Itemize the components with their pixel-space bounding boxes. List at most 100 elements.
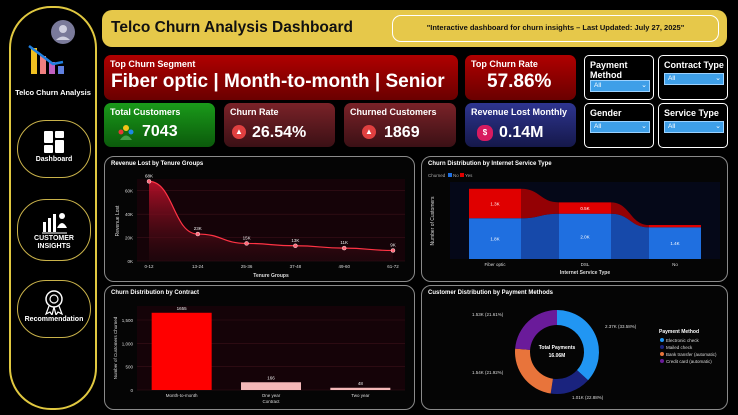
data-label: 15K (243, 235, 251, 240)
filter-contract-type[interactable]: Contract Type All ⌄ (658, 55, 728, 100)
data-point (390, 248, 396, 253)
y-tick-label: 60K (125, 189, 133, 194)
churn-rate-card: Churn Rate ▲ 26.54% (224, 103, 335, 147)
data-label: 1.8K (490, 237, 499, 242)
top-churn-segment-card: Top Churn Segment Fiber optic | Month-to… (104, 55, 458, 100)
gender-select[interactable]: All ⌄ (590, 121, 650, 133)
service-type-select[interactable]: All ⌄ (664, 121, 724, 133)
legend-dot (660, 352, 664, 356)
slice-label: 1.01K (22.88%) (572, 395, 604, 400)
data-label: 166 (267, 375, 275, 380)
y-tick-label: 40K (125, 212, 133, 217)
data-point (341, 245, 347, 251)
legend-label: No (453, 173, 459, 178)
filter-service-type-label: Service Type (664, 108, 719, 118)
nav-recommendation[interactable]: Recommendation (17, 280, 91, 338)
chevron-down-icon: ⌄ (641, 82, 647, 89)
x-axis-label: Tenure Groups (253, 273, 289, 279)
slice-label: 2.37K (33.58%) (605, 324, 637, 329)
x-tick-label: 61-72 (387, 264, 399, 269)
data-label: 13K (291, 238, 299, 243)
ribbon-no (521, 213, 559, 259)
slice-label: 1.53K (21.61%) (472, 312, 504, 317)
payment-methods-chart: 2.37K (33.58%) 1.01K (22.88%) 1.54K (21.92… (472, 310, 717, 400)
total-customers-label: Total Customers (110, 107, 181, 117)
y-axis-label: Number of Customers Churned (113, 316, 118, 379)
donut-slice (515, 310, 557, 350)
data-label: 1.4K (670, 241, 679, 246)
data-label: 2.0K (580, 234, 589, 239)
data-label: 48 (358, 381, 364, 386)
internet-service-panel: Churn Distribution by Internet Service T… (421, 156, 728, 282)
slice-label: 1.54K (21.92%) (472, 370, 504, 375)
nav-dashboard-label: Dashboard (35, 156, 73, 163)
contract-bar (151, 312, 212, 390)
legend-title: Payment Method (659, 329, 699, 335)
chevron-down-icon: ⌄ (715, 123, 721, 130)
top-churn-rate-label: Top Churn Rate (471, 59, 538, 69)
churn-rate-value: 26.54% (252, 124, 307, 141)
x-tick-label: 13-24 (192, 264, 204, 269)
filter-service-type[interactable]: Service Type All ⌄ (658, 103, 728, 148)
bar-yes (649, 225, 701, 228)
top-churn-rate-card: Top Churn Rate 57.86% (465, 55, 576, 100)
donut-center-value: 16.06M (549, 353, 566, 359)
top-churn-rate-value: 57.86% (487, 71, 552, 92)
x-tick-label: No (672, 262, 678, 267)
x-tick-label: Two year (351, 393, 370, 398)
legend-label: Mailed check (666, 345, 693, 350)
x-tick-label: Month-to-month (166, 393, 198, 398)
data-label: 1655 (177, 306, 188, 311)
filter-contract-type-label: Contract Type (664, 60, 724, 70)
contract-type-select[interactable]: All ⌄ (664, 73, 724, 85)
sidebar-title: Telco Churn Analysis (15, 88, 91, 97)
churn-logo-icon (23, 18, 83, 78)
x-tick-label: 37-48 (290, 264, 302, 269)
data-label: 0.5K (580, 206, 589, 211)
revenue-tenure-chart: 0K 20K 40K 60K 68K 0-12 23K 13-24 15K 25-36 13K 37-… (115, 173, 405, 279)
legend-dot (660, 338, 664, 342)
payment-methods-panel: Customer Distribution by Payment Methods… (421, 285, 728, 410)
dollar-icon: $ (477, 125, 493, 141)
page-title: Telco Churn Analysis Dashboard (111, 19, 354, 36)
x-tick-label: 25-36 (241, 264, 253, 269)
internet-service-chart: Churned No Yes 1.8K 1.3K Fiber optic 2.0K 0.5K D… (428, 173, 720, 276)
y-tick-label: 20K (125, 236, 133, 241)
donut-slice (515, 348, 553, 394)
top-churn-segment-value: Fiber optic | Month-to-month | Senior (111, 71, 445, 92)
nav-dashboard[interactable]: Dashboard (17, 120, 91, 178)
legend-dot (660, 345, 664, 349)
filter-payment-method[interactable]: Payment Method All ⌄ (584, 55, 654, 100)
y-tick-label: 1,500 (122, 318, 134, 323)
data-point (195, 231, 201, 237)
filter-gender[interactable]: Gender All ⌄ (584, 103, 654, 148)
x-tick-label: Fiber optic (484, 262, 506, 267)
revenue-tenure-panel: Revenue Lost by Tenure Groups 0K 20K 40K 60… (104, 156, 415, 282)
total-customers-card: Total Customers 7043 (104, 103, 215, 147)
data-point (146, 179, 152, 184)
data-point (244, 241, 249, 246)
nav-recommendation-label: Recommendation (24, 316, 84, 323)
churned-customers-label: Churned Customers (350, 107, 437, 117)
payment-method-select[interactable]: All ⌄ (590, 80, 650, 92)
chevron-down-icon: ⌄ (715, 75, 721, 82)
churned-customers-value: 1869 (384, 124, 420, 141)
data-label: 11K (340, 240, 348, 245)
page-subtitle: "Interactive dashboard for churn insight… (392, 15, 719, 42)
y-tick-label: 1,000 (122, 341, 134, 346)
x-tick-label: One year (262, 393, 281, 398)
x-axis-label: Contract (262, 399, 280, 404)
sidebar: Telco Churn Analysis Dashboard CUSTOMER … (9, 6, 97, 410)
up-arrow-icon: ▲ (232, 125, 246, 139)
y-axis-label: Revenue Lost (115, 205, 121, 236)
data-point (293, 243, 298, 248)
nav-customer-insights[interactable]: CUSTOMER INSIGHTS (17, 199, 91, 261)
contract-bar (241, 382, 301, 390)
contract-panel: Churn Distribution by Contract 0 500 1,000… (104, 285, 415, 410)
legend-swatch-no (448, 173, 452, 177)
y-tick-label: 500 (125, 365, 133, 370)
y-axis-label: Number of Customers (430, 196, 436, 245)
contract-bar (330, 387, 391, 390)
data-label: 9K (390, 242, 396, 247)
data-label: 1.3K (490, 202, 499, 207)
